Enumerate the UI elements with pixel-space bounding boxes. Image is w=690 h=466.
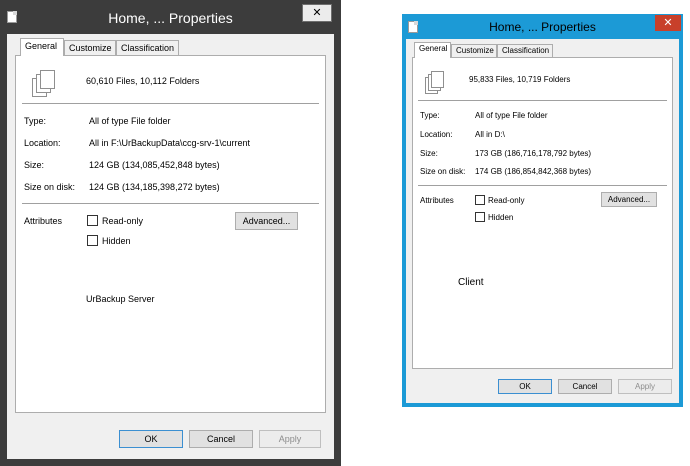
location-label: Location: (420, 130, 453, 139)
advanced-button[interactable]: Advanced... (235, 212, 298, 230)
attributes-label: Attributes (420, 196, 454, 205)
read-only-checkbox[interactable] (87, 215, 98, 226)
client-dialog-body: Customize Classification General 95,833 … (406, 39, 679, 403)
type-label: Type: (24, 116, 47, 126)
size-on-disk-value: 174 GB (186,854,842,368 bytes) (475, 167, 592, 176)
client-caption: Client (458, 277, 484, 288)
size-on-disk-value: 124 GB (134,185,398,272 bytes) (89, 182, 220, 192)
type-value: All of type File folder (89, 116, 171, 126)
server-titlebar[interactable]: Home, ... Properties ✕ (0, 0, 341, 34)
apply-button[interactable]: Apply (618, 379, 672, 394)
client-tab-customize[interactable]: Customize (451, 44, 497, 57)
size-value: 124 GB (134,085,452,848 bytes) (89, 160, 220, 170)
client-properties-dialog: Home, ... Properties ✕ Customize Classif… (402, 14, 683, 407)
size-label: Size: (420, 149, 438, 158)
type-value: All of type File folder (475, 111, 548, 120)
cancel-button[interactable]: Cancel (189, 430, 253, 448)
location-value: All in D:\ (475, 130, 505, 139)
size-label: Size: (24, 160, 45, 170)
hidden-checkbox[interactable] (475, 212, 485, 222)
client-close-button[interactable]: ✕ (655, 15, 681, 31)
cancel-button[interactable]: Cancel (558, 379, 612, 394)
attributes-label: Attributes (24, 216, 63, 226)
server-dialog-title: Home, ... Properties (108, 10, 233, 26)
client-tab-classification[interactable]: Classification (497, 44, 553, 57)
server-tab-general[interactable]: General (20, 38, 64, 56)
close-icon: ✕ (312, 7, 322, 19)
server-tab-classification[interactable]: Classification (116, 40, 179, 55)
read-only-checkbox[interactable] (475, 195, 485, 205)
client-summary: 95,833 Files, 10,719 Folders (469, 75, 571, 84)
close-icon: ✕ (663, 17, 673, 29)
separator (418, 100, 667, 101)
size-on-disk-label: Size on disk: (24, 182, 76, 192)
read-only-label[interactable]: Read-only (488, 196, 524, 205)
ok-button[interactable]: OK (498, 379, 552, 394)
server-summary: 60,610 Files, 10,112 Folders (86, 76, 200, 86)
separator (22, 103, 319, 104)
folder-files-icon (32, 70, 58, 98)
server-properties-dialog: Home, ... Properties ✕ Customize Classif… (0, 0, 341, 466)
ok-button[interactable]: OK (119, 430, 183, 448)
separator (22, 203, 319, 204)
read-only-label[interactable]: Read-only (102, 216, 143, 226)
apply-button[interactable]: Apply (259, 430, 321, 448)
location-label: Location: (24, 138, 61, 148)
advanced-button[interactable]: Advanced... (601, 192, 657, 207)
location-value: All in F:\UrBackupData\ccg-srv-1\current (89, 138, 251, 148)
client-tab-general[interactable]: General (414, 42, 451, 58)
client-titlebar[interactable]: Home, ... Properties ✕ (402, 14, 683, 39)
type-label: Type: (420, 111, 440, 120)
server-tab-customize[interactable]: Customize (64, 40, 116, 55)
size-value: 173 GB (186,716,178,792 bytes) (475, 149, 592, 158)
size-on-disk-label: Size on disk: (420, 167, 466, 176)
server-caption: UrBackup Server (86, 294, 155, 304)
server-dialog-body: Customize Classification General 60,610 … (7, 34, 334, 459)
hidden-checkbox[interactable] (87, 235, 98, 246)
server-close-button[interactable]: ✕ (302, 4, 332, 22)
client-general-panel: 95,833 Files, 10,719 Folders Type: All o… (412, 57, 673, 369)
server-general-panel: 60,610 Files, 10,112 Folders Type: All o… (15, 55, 326, 413)
hidden-label[interactable]: Hidden (488, 213, 513, 222)
hidden-label[interactable]: Hidden (102, 236, 131, 246)
separator (418, 185, 667, 186)
client-dialog-title: Home, ... Properties (489, 20, 596, 34)
folder-files-icon (425, 70, 447, 95)
